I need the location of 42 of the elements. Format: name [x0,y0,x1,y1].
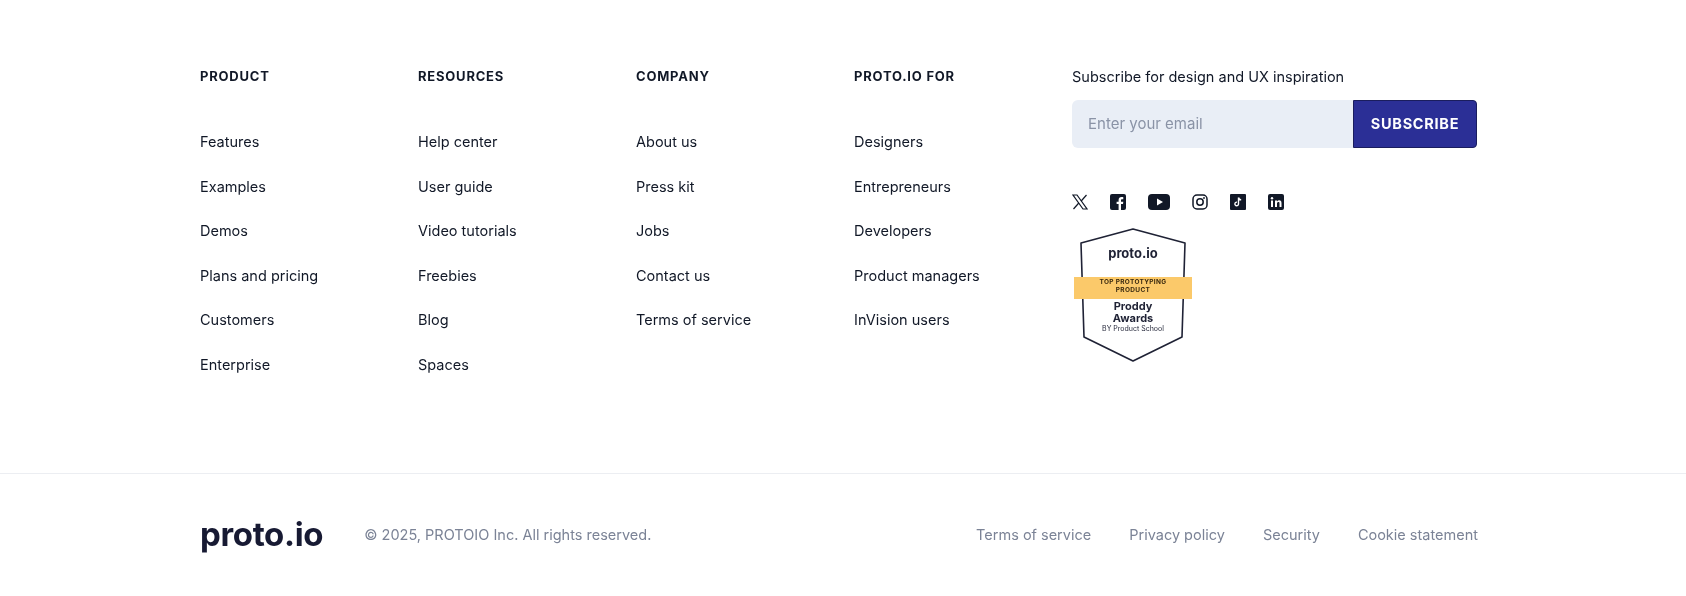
footer-link[interactable]: Developers [854,221,932,241]
footer-link[interactable]: Product managers [854,265,980,286]
footer-link[interactable]: Customers [200,310,275,330]
footer-link[interactable]: User guide [418,176,493,197]
email-field[interactable]: Enter your email [1072,100,1353,148]
footer-link[interactable]: Entrepreneurs [854,176,951,197]
footer-link[interactable]: Plans and pricing [200,265,319,286]
footer-link[interactable]: Demos [200,221,248,241]
footer-link[interactable]: About us [636,132,698,152]
footer-link[interactable]: Designers [854,132,924,152]
footer-link[interactable]: Enterprise [200,354,271,375]
footer-link[interactable]: Contact us [636,265,711,286]
column-heading: PROTO.IO FOR [854,68,955,84]
column-heading: PRODUCT [200,68,270,84]
badge-title: Proddy Awards [1111,300,1155,324]
copyright-text: © 2025, PROTOIO Inc. All rights reserved. [364,525,652,546]
legal-link[interactable]: Terms of service [976,524,1092,546]
legal-link[interactable]: Cookie statement [1357,524,1478,546]
linkedin-icon[interactable] [1268,194,1284,210]
x-icon[interactable] [1072,194,1088,210]
footer-link[interactable]: Freebies [418,265,477,286]
footer-link[interactable]: Blog [418,310,449,330]
footer-link[interactable]: Spaces [418,354,469,375]
footer-link[interactable]: Help center [418,132,498,152]
column-heading: RESOURCES [418,68,505,84]
footer-link[interactable]: InVision users [854,310,950,330]
play-icon[interactable] [1148,194,1170,210]
facebook-icon[interactable] [1110,194,1126,210]
footer-link[interactable]: Examples [200,176,266,197]
music-note-icon[interactable] [1230,194,1246,210]
legal-link[interactable]: Security [1262,524,1320,546]
column-heading: COMPANY [636,68,710,84]
footer-link[interactable]: Features [200,132,260,152]
footer-link[interactable]: Press kit [636,176,695,197]
footer-link[interactable]: Terms of service [636,310,752,330]
footer-link[interactable]: Video tutorials [418,221,517,241]
legal-link[interactable]: Privacy policy [1129,524,1225,546]
footer-link[interactable]: Jobs [636,221,670,241]
subscribe-title: Subscribe for design and UX inspiration [1072,68,1345,86]
camera-icon[interactable] [1192,194,1208,210]
badge-brand: proto.io [1108,246,1158,260]
subscribe-button[interactable]: SUBSCRIBE [1353,100,1477,148]
